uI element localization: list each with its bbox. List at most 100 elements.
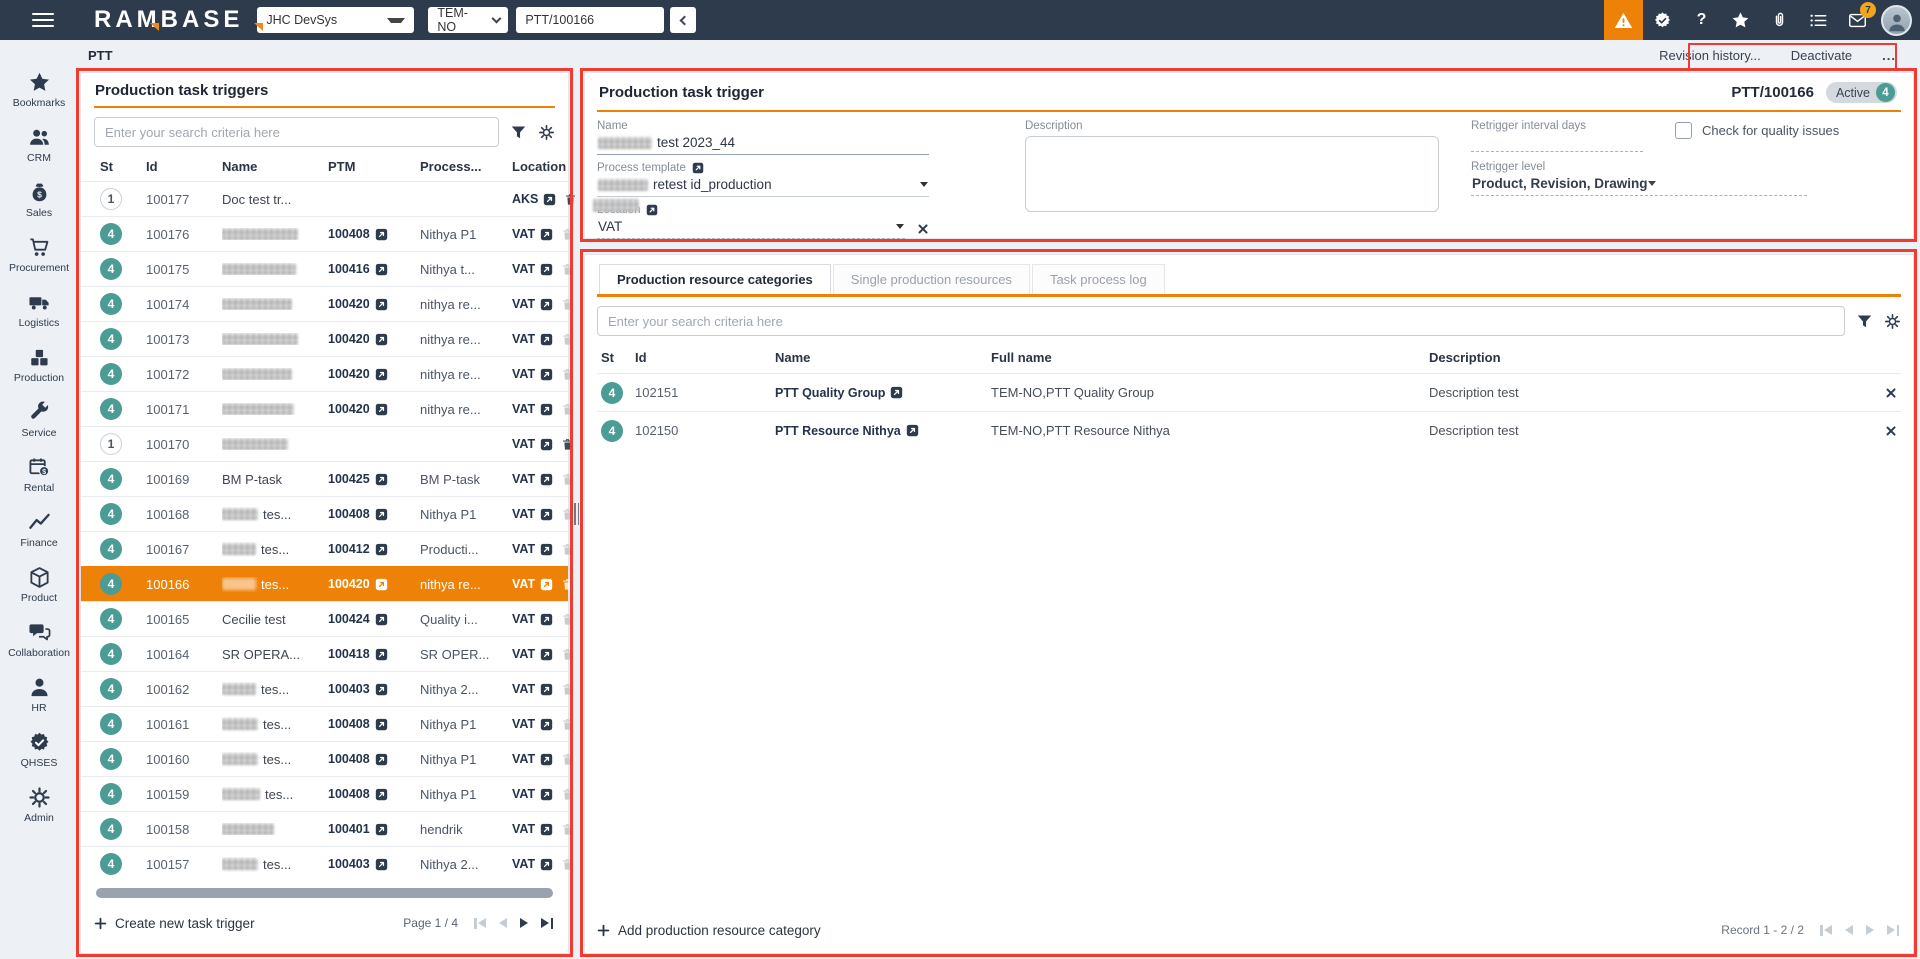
open-link-icon[interactable] bbox=[540, 263, 553, 276]
hamburger-menu-icon[interactable] bbox=[32, 13, 54, 28]
sidebar-item-admin[interactable]: Admin bbox=[0, 777, 78, 832]
system-select[interactable]: JHC DevSys bbox=[257, 7, 414, 33]
sidebar-item-product[interactable]: Product bbox=[0, 557, 78, 612]
horizontal-scrollbar[interactable] bbox=[96, 888, 553, 898]
open-link-icon[interactable] bbox=[375, 403, 388, 416]
open-link-icon[interactable] bbox=[540, 613, 553, 626]
open-link-icon[interactable] bbox=[375, 228, 388, 241]
task-trigger-row[interactable]: 4 100176 100408 Nithya P1 VAT bbox=[81, 216, 568, 251]
retrigger-interval-field[interactable] bbox=[1471, 132, 1643, 152]
favorites-button[interactable] bbox=[1721, 0, 1760, 40]
sidebar-item-finance[interactable]: Finance bbox=[0, 502, 78, 557]
task-trigger-row[interactable]: 4 100168 tes... 100408 Nithya P1 VAT bbox=[81, 496, 568, 531]
open-link-icon[interactable] bbox=[375, 683, 388, 696]
column-header-ptm[interactable]: PTM bbox=[328, 159, 420, 174]
task-trigger-row[interactable]: 4 100166 tes... 100420 nithya re... VAT bbox=[81, 566, 568, 601]
delete-icon[interactable] bbox=[560, 227, 575, 242]
delete-icon[interactable] bbox=[560, 822, 575, 837]
delete-icon[interactable] bbox=[560, 717, 575, 732]
open-link-icon[interactable] bbox=[375, 298, 388, 311]
sidebar-item-sales[interactable]: Sales bbox=[0, 172, 78, 227]
tab-task-process-log[interactable]: Task process log bbox=[1032, 264, 1165, 294]
quality-checkbox[interactable] bbox=[1675, 122, 1692, 139]
delete-icon[interactable] bbox=[560, 542, 575, 557]
name-field[interactable]: test 2023_44 bbox=[597, 132, 929, 155]
open-link-icon[interactable] bbox=[540, 298, 553, 311]
sidebar-item-procurement[interactable]: Procurement bbox=[0, 227, 78, 282]
open-link-icon[interactable] bbox=[692, 162, 704, 174]
filter-icon[interactable] bbox=[510, 124, 527, 141]
open-link-icon[interactable] bbox=[890, 386, 903, 399]
task-trigger-row[interactable]: 4 100164 SR OPERA... 100418 SR OPER... V… bbox=[81, 636, 568, 671]
next-page-button[interactable] bbox=[1866, 925, 1874, 935]
column-header-full-name[interactable]: Full name bbox=[991, 350, 1429, 365]
sidebar-item-crm[interactable]: CRM bbox=[0, 117, 78, 172]
open-link-icon[interactable] bbox=[375, 473, 388, 486]
attachments-button[interactable] bbox=[1760, 0, 1799, 40]
open-link-icon[interactable] bbox=[540, 368, 553, 381]
column-header-name[interactable]: Name bbox=[222, 159, 328, 174]
open-link-icon[interactable] bbox=[375, 648, 388, 661]
open-link-icon[interactable] bbox=[540, 718, 553, 731]
task-trigger-row[interactable]: 4 100174 100420 nithya re... VAT bbox=[81, 286, 568, 321]
tab-single-production-resources[interactable]: Single production resources bbox=[833, 264, 1030, 294]
sidebar-item-rental[interactable]: Rental bbox=[0, 447, 78, 502]
back-button[interactable] bbox=[670, 7, 696, 33]
task-list-button[interactable] bbox=[1799, 0, 1838, 40]
open-link-icon[interactable] bbox=[540, 228, 553, 241]
sidebar-item-qhses[interactable]: QHSES bbox=[0, 722, 78, 777]
process-template-select[interactable]: retest id_production bbox=[597, 174, 929, 197]
column-header-st[interactable]: St bbox=[601, 350, 635, 365]
task-trigger-row[interactable]: 4 100159 tes... 100408 Nithya P1 VAT bbox=[81, 776, 568, 811]
column-header-name[interactable]: Name bbox=[775, 350, 991, 365]
task-trigger-row[interactable]: 4 100167 tes... 100412 Producti... VAT bbox=[81, 531, 568, 566]
open-link-icon[interactable] bbox=[375, 858, 388, 871]
open-link-icon[interactable] bbox=[540, 683, 553, 696]
open-link-icon[interactable] bbox=[540, 543, 553, 556]
task-trigger-row[interactable]: 4 100172 100420 nithya re... VAT bbox=[81, 356, 568, 391]
add-resource-category-button[interactable]: Add production resource category bbox=[597, 923, 821, 938]
task-trigger-row[interactable]: 4 100157 tes... 100403 Nithya 2... VAT bbox=[81, 846, 568, 881]
quality-check-group[interactable]: Check for quality issues bbox=[1675, 122, 1839, 139]
open-link-icon[interactable] bbox=[375, 823, 388, 836]
delete-icon[interactable] bbox=[560, 752, 575, 767]
open-link-icon[interactable] bbox=[375, 263, 388, 276]
sidebar-item-production[interactable]: Production bbox=[0, 337, 78, 392]
prev-page-button[interactable] bbox=[499, 918, 507, 928]
location-select[interactable]: VAT bbox=[597, 216, 905, 239]
open-link-icon[interactable] bbox=[375, 718, 388, 731]
open-link-icon[interactable] bbox=[540, 823, 553, 836]
open-link-icon[interactable] bbox=[540, 578, 553, 591]
open-link-icon[interactable] bbox=[375, 613, 388, 626]
alerts-button[interactable] bbox=[1604, 0, 1643, 40]
delete-icon[interactable] bbox=[560, 332, 575, 347]
open-link-icon[interactable] bbox=[906, 424, 919, 437]
task-trigger-row[interactable]: 4 100165 Cecilie test 100424 Quality i..… bbox=[81, 601, 568, 636]
open-link-icon[interactable] bbox=[540, 438, 553, 451]
delete-icon[interactable] bbox=[560, 297, 575, 312]
column-header-st[interactable]: St bbox=[100, 159, 146, 174]
delete-icon[interactable] bbox=[560, 262, 575, 277]
open-link-icon[interactable] bbox=[646, 204, 658, 216]
open-link-icon[interactable] bbox=[540, 473, 553, 486]
resource-row[interactable]: 4 102151 PTT Quality Group TEM-NO,PTT Qu… bbox=[597, 373, 1901, 411]
open-link-icon[interactable] bbox=[375, 508, 388, 521]
remove-icon[interactable] bbox=[1885, 425, 1897, 437]
open-link-icon[interactable] bbox=[540, 333, 553, 346]
sidebar-item-logistics[interactable]: Logistics bbox=[0, 282, 78, 337]
resources-search-input[interactable] bbox=[597, 306, 1845, 336]
task-trigger-row[interactable]: 1 100170 VAT bbox=[81, 426, 568, 461]
last-page-button[interactable] bbox=[541, 918, 553, 929]
document-search-input[interactable] bbox=[516, 7, 664, 33]
open-link-icon[interactable] bbox=[540, 403, 553, 416]
task-trigger-row[interactable]: 4 100160 tes... 100408 Nithya P1 VAT bbox=[81, 741, 568, 776]
delete-icon[interactable] bbox=[560, 437, 575, 452]
search-input[interactable] bbox=[94, 117, 499, 147]
last-page-button[interactable] bbox=[1887, 925, 1899, 936]
open-link-icon[interactable] bbox=[540, 858, 553, 871]
company-select[interactable]: TEM-NO bbox=[428, 7, 508, 33]
delete-icon[interactable] bbox=[560, 682, 575, 697]
open-link-icon[interactable] bbox=[375, 788, 388, 801]
delete-icon[interactable] bbox=[560, 402, 575, 417]
task-trigger-row[interactable]: 4 100169 BM P-task 100425 BM P-task VAT bbox=[81, 461, 568, 496]
